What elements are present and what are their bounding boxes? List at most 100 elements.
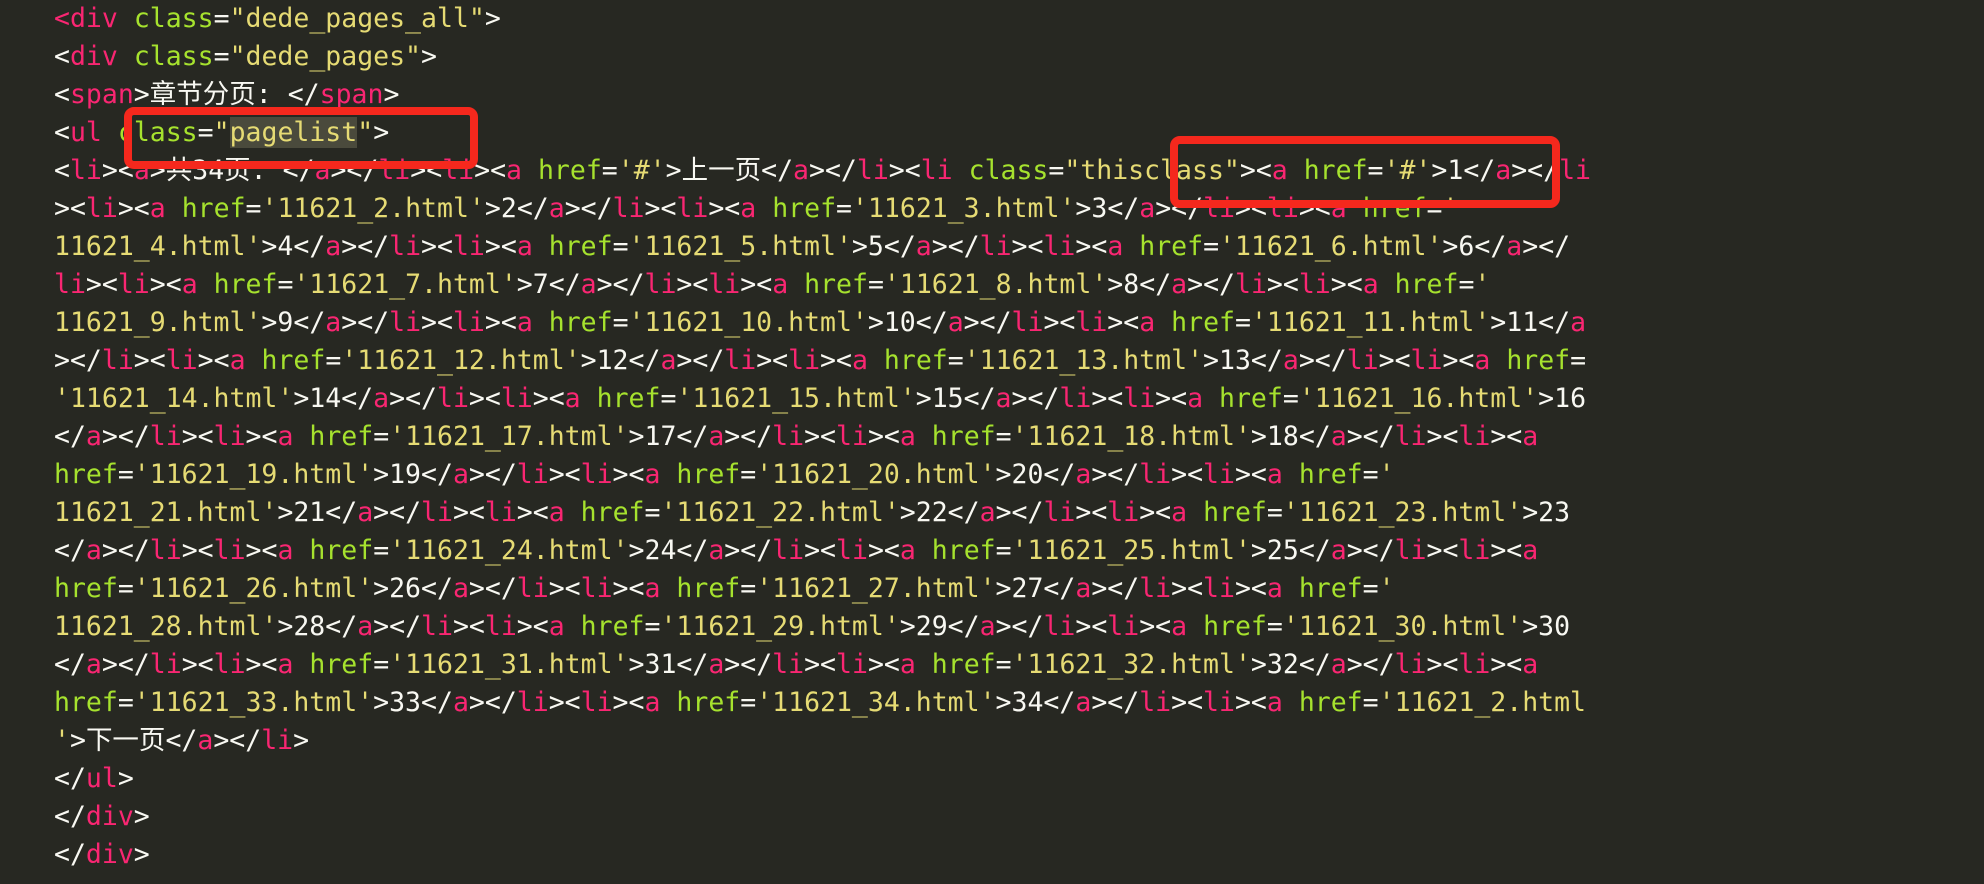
code-token: >: [484, 193, 501, 224]
code-token: </: [516, 193, 549, 224]
code-token: >: [484, 3, 501, 34]
code-token: 12: [596, 345, 629, 376]
code-token: ></: [564, 193, 613, 224]
code-token: pagelist: [229, 117, 358, 148]
code-token: 18: [1266, 421, 1299, 452]
code-token: </: [341, 383, 374, 414]
code-token: ><: [484, 231, 517, 262]
code-token: a: [708, 535, 725, 566]
code-token: =: [213, 41, 230, 72]
code-token: </: [54, 421, 86, 452]
code-token: 11621_28.html': [54, 611, 278, 642]
code-token: 共34页:: [165, 155, 283, 186]
code-token: =: [1362, 573, 1379, 604]
code-token: li: [1203, 193, 1235, 224]
code-token: li: [920, 155, 953, 186]
code-token: li: [213, 535, 246, 566]
code-line: 11621_4.html'>4</a></li><li><a href='116…: [54, 228, 1591, 266]
code-token: =: [213, 3, 230, 34]
code-editor[interactable]: <div class="dede_pages_all"> <div class="…: [0, 0, 1984, 884]
code-token: class: [968, 155, 1049, 186]
code-token: '#': [1383, 155, 1432, 186]
code-line: <div class="dede_pages">: [54, 38, 1591, 76]
code-token: href: [580, 611, 645, 642]
code-token: >: [1442, 231, 1459, 262]
code-token: ><: [1234, 573, 1267, 604]
code-token: </: [947, 611, 980, 642]
code-token: ></: [724, 649, 773, 680]
code-token: a: [740, 193, 757, 224]
code-token: </: [676, 421, 709, 452]
code-line: '11621_14.html'>14</a></li><li><a href='…: [54, 380, 1591, 418]
code-token: li: [389, 307, 422, 338]
code-token: li: [1394, 649, 1427, 680]
code-token: li: [580, 687, 613, 718]
code-token: li: [149, 421, 182, 452]
code-token: ></: [1346, 421, 1395, 452]
code-token: li: [1235, 269, 1267, 300]
code-line: 11621_9.html'>9</a></li><li><a href='116…: [54, 304, 1591, 342]
code-token: li: [484, 611, 517, 642]
code-token: li: [724, 345, 757, 376]
code-token: ><: [474, 155, 507, 186]
code-token: </: [293, 307, 326, 338]
code-token: a: [357, 497, 374, 528]
code-token: li: [836, 535, 868, 566]
code-token: span: [69, 79, 134, 110]
code-token: ><: [181, 421, 214, 452]
code-token: '11621_10.html': [628, 307, 868, 338]
code-token: ul: [85, 763, 118, 794]
code-token: ': [1442, 193, 1459, 224]
code-token: ><: [888, 155, 921, 186]
code-token: <: [54, 79, 70, 110]
code-token: ></: [596, 269, 645, 300]
code-token: </: [165, 725, 198, 756]
code-token: "dede_pages_all": [229, 3, 485, 34]
code-token: =: [1234, 307, 1251, 338]
code-token: </: [421, 459, 453, 490]
code-token: ><: [484, 307, 517, 338]
code-token: ></: [1091, 459, 1140, 490]
code-token: ><: [820, 345, 852, 376]
code-token: li: [1107, 611, 1140, 642]
code-token: >: [261, 231, 278, 262]
code-token: li: [1298, 269, 1331, 300]
code-view[interactable]: <div class="dede_pages_all"> <div class="…: [54, 0, 1591, 874]
code-token: a: [979, 497, 996, 528]
code-token: >: [915, 383, 932, 414]
code-line: </ul>: [54, 760, 1591, 798]
code-token: a: [516, 307, 533, 338]
code-token: ></: [373, 611, 422, 642]
code-token: ><: [85, 269, 118, 300]
code-token: li: [836, 649, 868, 680]
code-token: a: [197, 725, 214, 756]
code-token: li: [1458, 649, 1491, 680]
code-token: =: [1362, 687, 1379, 718]
code-token: <: [54, 155, 70, 186]
code-token: </: [915, 307, 948, 338]
code-token: a: [1266, 573, 1283, 604]
code-token: a: [793, 155, 809, 186]
code-token: li: [452, 307, 485, 338]
code-token: ><: [804, 649, 837, 680]
code-token: >: [293, 725, 310, 756]
code-token: '11621_26.html': [133, 573, 374, 604]
code-token: 7: [532, 269, 549, 300]
code-token: class: [133, 3, 214, 34]
code-token: '11621_8.html': [883, 269, 1108, 300]
code-token: ><: [1490, 421, 1523, 452]
code-token: =: [612, 231, 629, 262]
code-token: =: [644, 611, 661, 642]
code-token: 22: [915, 497, 948, 528]
code-token: </: [676, 649, 709, 680]
code-token: >: [149, 155, 166, 186]
code-token: =: [612, 307, 629, 338]
code-token: =: [325, 345, 342, 376]
